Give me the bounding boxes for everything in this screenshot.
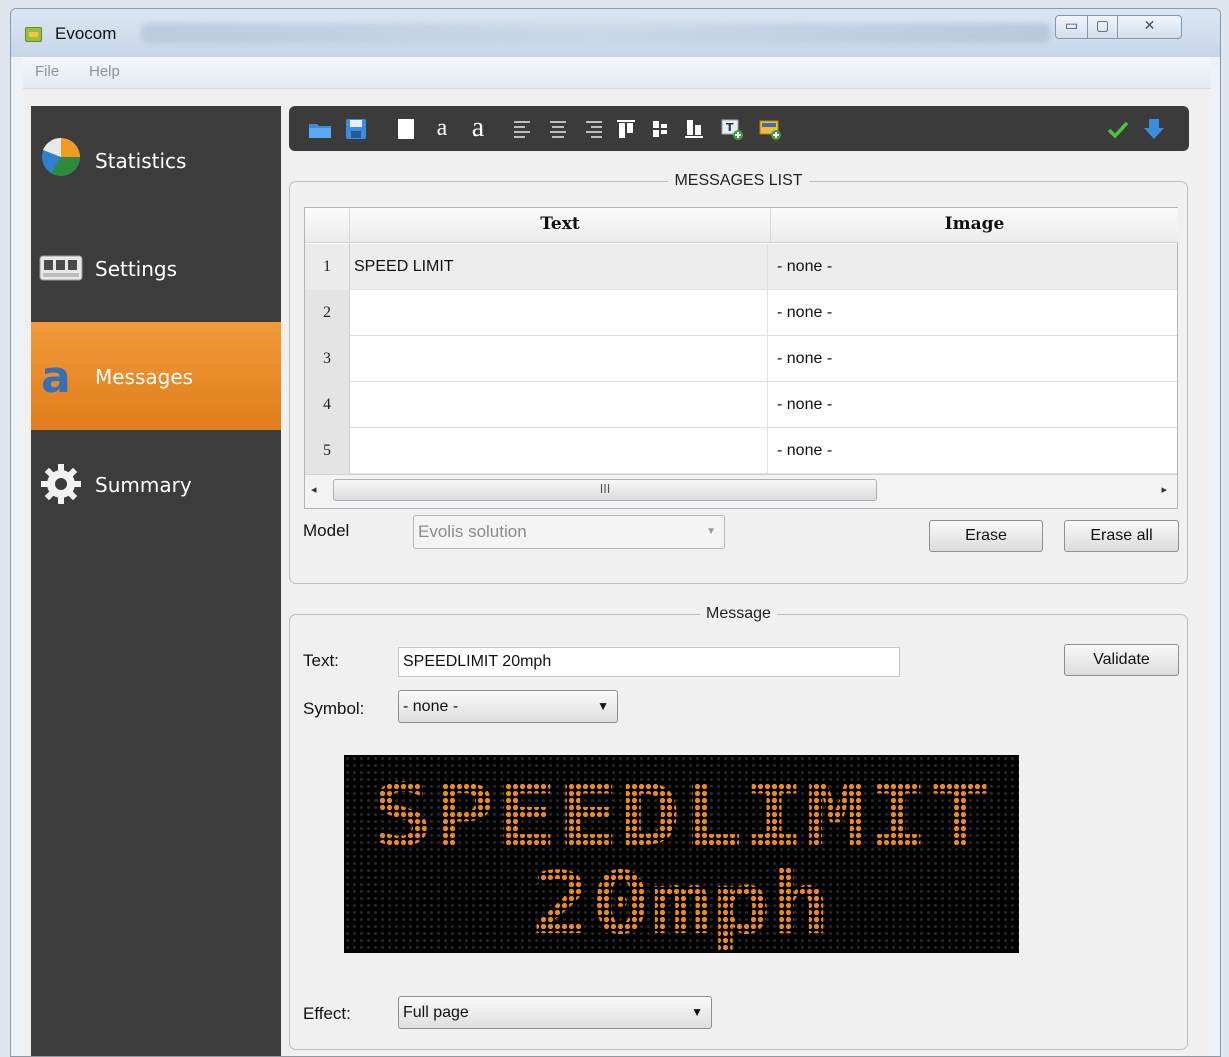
- messages-table: Text Image 1 SPEED LIMIT - none -2- none -…: [304, 207, 1178, 509]
- symbol-select-value: - none -: [403, 698, 459, 715]
- messages-list-group: MESSAGES LIST Text Image 1 SPEED LIMIT - n…: [289, 172, 1188, 584]
- menu-file[interactable]: File: [35, 63, 59, 80]
- message-legend: Message: [706, 605, 771, 622]
- toolbar: a a T: [289, 106, 1189, 151]
- svg-text:T: T: [726, 121, 734, 134]
- led-preview-text: SPEEDLIMIT20mph: [371, 766, 991, 953]
- cell-image[interactable]: - none -: [777, 244, 832, 290]
- erase-button[interactable]: Erase: [929, 520, 1043, 552]
- column-header-text[interactable]: Text: [350, 208, 771, 243]
- sidebar-item-label: Messages: [95, 365, 194, 389]
- download-icon[interactable]: [1141, 116, 1167, 142]
- sidebar-item-label: Settings: [95, 257, 178, 281]
- insert-image-icon[interactable]: [757, 116, 783, 142]
- row-number[interactable]: 5: [305, 428, 350, 474]
- text-label: Text:: [303, 651, 339, 670]
- statistics-pie-icon: [42, 137, 80, 176]
- sidebar-item-statistics[interactable]: Statistics: [31, 106, 281, 214]
- table-row[interactable]: 5 - none -: [305, 428, 1177, 474]
- open-folder-icon[interactable]: [307, 116, 333, 142]
- scroll-right-arrow-icon[interactable]: ▸: [1161, 483, 1167, 496]
- effect-select[interactable]: Full page ▼: [398, 996, 712, 1029]
- table-row[interactable]: 3 - none -: [305, 336, 1177, 382]
- messages-list-legend: MESSAGES LIST: [674, 172, 803, 189]
- sidebar-item-label: Statistics: [95, 149, 187, 173]
- messages-letter-a-icon: a: [41, 354, 71, 398]
- cell-image[interactable]: - none -: [777, 336, 832, 382]
- settings-device-icon: [39, 255, 83, 281]
- sidebar-item-label: Summary: [95, 473, 192, 497]
- app-window: Evocom ▭ ▢ ✕ File Help Statistics Settin…: [10, 8, 1221, 1057]
- cell-image[interactable]: - none -: [777, 382, 832, 428]
- window-title: Evocom: [55, 24, 117, 43]
- align-top-icon[interactable]: [613, 116, 639, 142]
- cell-image[interactable]: - none -: [777, 428, 832, 474]
- model-select: Evolis solution ▼: [413, 515, 725, 549]
- message-group: Message Text: SPEEDLIMIT 20mph Validate …: [289, 605, 1188, 1050]
- title-bar[interactable]: Evocom ▭ ▢ ✕: [11, 9, 1220, 57]
- minimize-button[interactable]: ▭: [1055, 15, 1088, 39]
- cell-text[interactable]: [354, 336, 768, 382]
- erase-all-button[interactable]: Erase all: [1064, 520, 1179, 552]
- chevron-down-icon: ▼: [597, 699, 609, 713]
- cell-text[interactable]: SPEED LIMIT: [354, 244, 768, 290]
- align-left-icon[interactable]: [509, 116, 535, 142]
- table-row[interactable]: 4 - none -: [305, 382, 1177, 428]
- table-row[interactable]: 1 SPEED LIMIT - none -: [305, 244, 1177, 290]
- sidebar-item-summary[interactable]: Summary: [31, 430, 281, 538]
- row-number[interactable]: 2: [305, 290, 350, 336]
- symbol-select[interactable]: - none - ▼: [398, 690, 618, 723]
- column-header-image[interactable]: Image: [771, 208, 1178, 243]
- menu-bar: File Help: [23, 57, 1211, 89]
- align-middle-icon[interactable]: [647, 116, 673, 142]
- table-row[interactable]: 2 - none -: [305, 290, 1177, 336]
- cell-text[interactable]: [354, 428, 768, 474]
- row-number[interactable]: 1: [305, 244, 350, 290]
- model-label: Model: [303, 521, 350, 540]
- sidebar: Statistics Settings a Messages Summary: [31, 106, 281, 1056]
- close-button[interactable]: ✕: [1118, 15, 1182, 39]
- blank-page-icon[interactable]: [393, 116, 419, 142]
- align-bottom-icon[interactable]: [681, 116, 707, 142]
- font-increase-icon[interactable]: a: [465, 114, 491, 142]
- message-text-input[interactable]: SPEEDLIMIT 20mph: [398, 647, 900, 677]
- check-icon[interactable]: [1105, 116, 1131, 142]
- main-panel: a a T MESSAGES LIST Text Image 1 SPEED L…: [289, 106, 1189, 1056]
- led-line1: SPEEDLIMIT: [371, 766, 991, 866]
- validate-button[interactable]: Validate: [1064, 644, 1179, 676]
- model-select-value: Evolis solution: [418, 522, 527, 541]
- horizontal-scrollbar[interactable]: ◂ III ▸: [305, 474, 1177, 508]
- insert-text-icon[interactable]: T: [719, 116, 745, 142]
- cell-image[interactable]: - none -: [777, 290, 832, 336]
- font-decrease-icon[interactable]: a: [429, 116, 455, 142]
- svg-text:a: a: [41, 354, 71, 398]
- align-right-icon[interactable]: [581, 116, 607, 142]
- cell-text[interactable]: [354, 290, 768, 336]
- table-corner[interactable]: [305, 208, 350, 243]
- client-area: Statistics Settings a Messages Summary a…: [23, 89, 1211, 1056]
- row-number[interactable]: 3: [305, 336, 350, 382]
- effect-label: Effect:: [303, 1004, 351, 1023]
- summary-gear-icon: [41, 464, 81, 504]
- app-logo-icon: [25, 27, 42, 42]
- chevron-down-icon: ▼: [706, 526, 716, 537]
- led-preview-display: SPEEDLIMIT 20mph: [344, 755, 1019, 953]
- align-center-icon[interactable]: [545, 116, 571, 142]
- save-icon[interactable]: [343, 116, 369, 142]
- cell-text[interactable]: [354, 382, 768, 428]
- led-line2: 20mph: [531, 854, 831, 953]
- menu-help[interactable]: Help: [89, 63, 120, 80]
- sidebar-item-settings[interactable]: Settings: [31, 214, 281, 322]
- symbol-label: Symbol:: [303, 699, 365, 718]
- chevron-down-icon: ▼: [691, 1005, 703, 1019]
- title-bar-blurred-area: [141, 23, 1051, 43]
- maximize-button[interactable]: ▢: [1088, 15, 1118, 39]
- sidebar-item-messages[interactable]: a Messages: [31, 322, 281, 430]
- scroll-left-arrow-icon[interactable]: ◂: [311, 483, 317, 496]
- scroll-thumb[interactable]: III: [333, 479, 877, 501]
- row-number[interactable]: 4: [305, 382, 350, 428]
- effect-select-value: Full page: [403, 1004, 469, 1021]
